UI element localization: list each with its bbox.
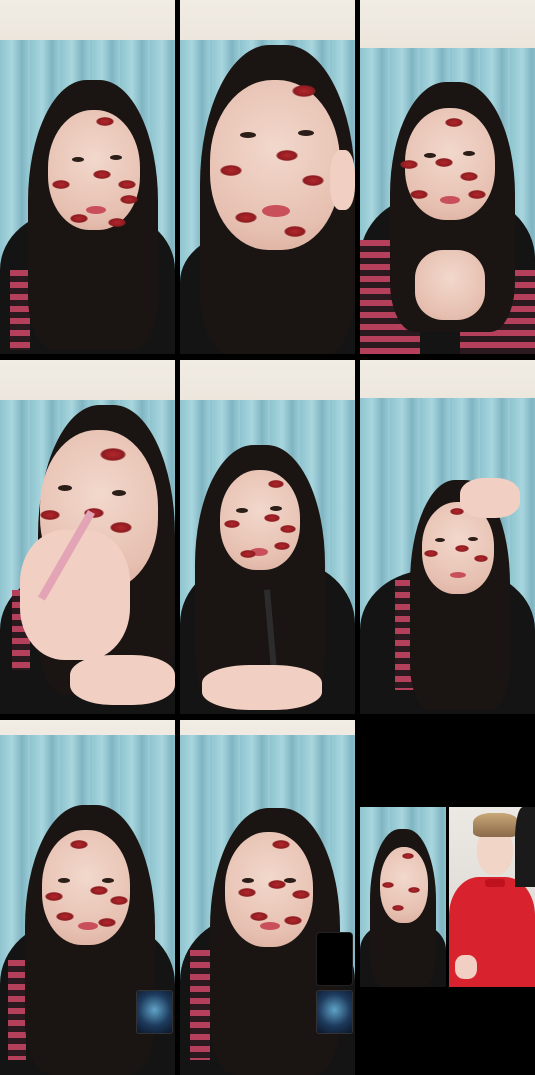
person-background	[515, 807, 535, 887]
kiss-sticker	[40, 510, 60, 520]
kiss-sticker	[408, 887, 420, 893]
man-hair	[473, 813, 519, 837]
kiss-sticker	[445, 118, 463, 127]
kiss-sticker	[120, 195, 138, 204]
eye-right	[102, 878, 114, 883]
split-left-panel	[360, 807, 446, 987]
video-tile-1[interactable]	[0, 0, 175, 354]
kiss-sticker	[98, 918, 116, 927]
kiss-sticker	[400, 160, 418, 169]
hand	[460, 478, 520, 518]
chest	[415, 250, 485, 320]
eye-left	[435, 538, 445, 542]
lips	[260, 922, 280, 930]
eye-right	[468, 537, 478, 541]
collage-canvas	[0, 0, 535, 1075]
lips	[450, 572, 466, 578]
kiss-sticker	[402, 853, 414, 859]
kiss-sticker	[224, 520, 240, 528]
bow-tie	[485, 879, 505, 887]
lips	[440, 196, 460, 204]
pip-black-thumbnail[interactable]	[316, 932, 353, 986]
hand	[455, 955, 477, 979]
eye-left	[240, 132, 256, 138]
eye-right	[112, 490, 126, 496]
kiss-sticker	[392, 905, 404, 911]
kiss-sticker	[468, 190, 486, 199]
kiss-sticker	[70, 214, 88, 223]
kiss-sticker	[276, 150, 298, 161]
lips	[78, 922, 98, 930]
kiss-sticker	[382, 882, 394, 888]
kiss-sticker	[118, 180, 136, 189]
kiss-sticker	[93, 170, 111, 179]
hand-lower	[70, 655, 175, 705]
hand	[202, 665, 322, 710]
kiss-sticker	[268, 480, 284, 488]
video-tile-5[interactable]	[180, 360, 355, 714]
kiss-sticker	[280, 525, 296, 533]
kiss-sticker	[302, 175, 324, 186]
eye-left	[242, 878, 254, 883]
kiss-sticker	[240, 550, 256, 558]
video-tile-2[interactable]	[180, 0, 355, 354]
kiss-sticker	[268, 880, 286, 889]
eye-left	[72, 157, 84, 162]
eye-left	[236, 508, 248, 513]
kiss-sticker	[235, 212, 257, 223]
kiss-sticker	[70, 840, 88, 849]
kiss-sticker	[56, 912, 74, 921]
video-tile-4[interactable]	[0, 360, 175, 714]
kiss-sticker	[284, 226, 306, 237]
split-right-panel	[449, 807, 535, 987]
eye-left	[424, 153, 436, 158]
kiss-sticker	[455, 545, 469, 552]
kiss-sticker	[250, 912, 268, 921]
kiss-sticker	[52, 180, 70, 189]
lips	[86, 206, 106, 214]
kiss-sticker	[264, 514, 280, 522]
striped-shirt	[190, 950, 210, 1060]
eye-left	[58, 878, 70, 883]
kiss-sticker	[100, 448, 126, 461]
striped-shirt	[10, 270, 30, 350]
video-tile-8[interactable]	[180, 720, 355, 1075]
kiss-sticker	[110, 522, 132, 533]
hand	[20, 530, 130, 660]
video-tile-3[interactable]	[360, 0, 535, 354]
video-tile-7[interactable]	[0, 720, 175, 1075]
kiss-sticker	[474, 555, 488, 562]
kiss-sticker	[292, 85, 316, 97]
kiss-sticker	[284, 916, 302, 925]
video-tile-6[interactable]	[360, 360, 535, 714]
eye-right	[110, 155, 122, 160]
pip-thumbnail[interactable]	[316, 990, 353, 1034]
lips	[262, 205, 290, 217]
eye-right	[298, 130, 314, 136]
kiss-sticker	[238, 888, 256, 897]
kiss-sticker	[220, 165, 242, 176]
eye-left	[58, 485, 72, 491]
kiss-sticker	[90, 886, 108, 895]
video-tile-9[interactable]	[360, 807, 535, 987]
kiss-sticker	[460, 172, 478, 181]
eye-right	[270, 506, 282, 511]
pip-thumbnail[interactable]	[136, 990, 173, 1034]
kiss-sticker	[108, 218, 126, 227]
kiss-sticker	[410, 190, 428, 199]
kiss-sticker	[96, 117, 114, 126]
eye-right	[463, 151, 475, 156]
striped-shirt	[8, 960, 26, 1060]
hand	[330, 150, 355, 210]
kiss-sticker	[274, 542, 290, 550]
kiss-sticker	[110, 896, 128, 905]
kiss-sticker	[435, 158, 453, 167]
kiss-sticker	[45, 892, 63, 901]
eye-right	[284, 878, 296, 883]
kiss-sticker	[292, 890, 310, 899]
kiss-sticker	[272, 840, 290, 849]
kiss-sticker	[424, 550, 438, 557]
